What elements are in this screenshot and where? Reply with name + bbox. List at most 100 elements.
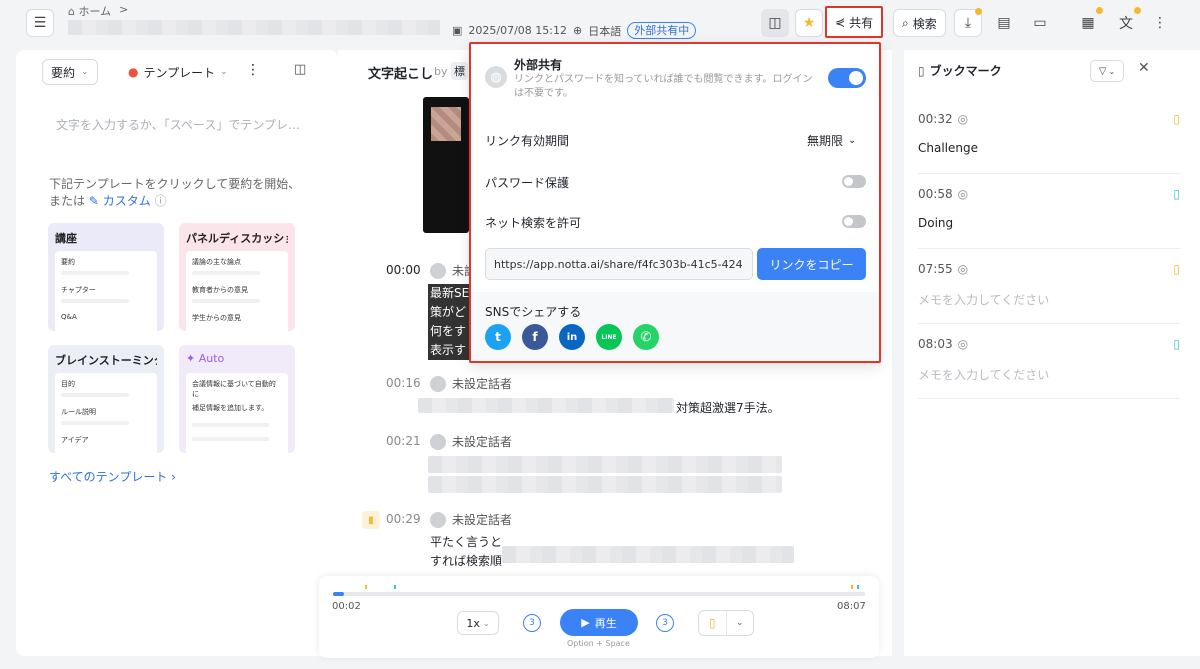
bookmark-item[interactable]: 08:03 ◎ メモを入力してください ▯ (918, 325, 1180, 399)
bookmark-icon[interactable]: ▯ (1173, 112, 1180, 126)
share-status-badge: 外部共有中 (627, 22, 697, 39)
skip-back-button[interactable]: 3 (523, 614, 541, 632)
rewind-icon: 3 (529, 618, 535, 628)
top-bar: ☰ ⌂ ホーム > ▣ 2025/07/08 15:12 ⊕ 日本語 外部共有中… (0, 0, 1200, 46)
new-badge (975, 8, 982, 15)
segment-text[interactable]: 最新SE 策がど 何をす 表示す (428, 284, 472, 360)
template-card-lecture[interactable]: 講座 要約 チャプター Q&A (48, 223, 164, 331)
bookmark-item[interactable]: 07:55 ◎ メモを入力してください ▯ (918, 250, 1180, 324)
globe-icon: ⊕ (573, 24, 583, 37)
save-button[interactable]: ▦ (1074, 7, 1103, 37)
segment-time[interactable]: 00:16 (386, 376, 421, 390)
whatsapp-share-button[interactable]: ✆ (633, 324, 659, 350)
info-icon: ⓘ (154, 194, 167, 208)
bookmark-tick (851, 585, 853, 589)
segment-speaker[interactable]: 未設定話者 (430, 375, 512, 392)
line-share-button[interactable]: LINE (596, 324, 622, 350)
template-card-auto[interactable]: ✦ Auto 会議情報に基づいて自動的に 補足情報を追加します。 (179, 345, 295, 453)
filter-icon: ▽ (1098, 65, 1107, 77)
facebook-share-button[interactable]: f (522, 324, 548, 350)
bookmark-filter-dropdown[interactable]: ▽ ⌄ (1090, 60, 1124, 82)
notes-icon: ▤ (997, 15, 1011, 31)
bookmark-icon[interactable]: ▯ (1173, 337, 1180, 351)
audio-player: 00:02 08:07 1x ⌄ 3 ▶ 再生 Option + Space 3 ▯… (319, 576, 879, 658)
segment-time[interactable]: 00:21 (386, 434, 421, 448)
menu-button[interactable]: ☰ (26, 9, 54, 37)
add-bookmark-button[interactable]: ▯ (699, 611, 727, 635)
star-button[interactable]: ★ (795, 9, 823, 37)
redacted-text (502, 546, 794, 563)
template-card-brainstorming[interactable]: ブレインストーミンク 目的 ルール説明 アイデア (48, 345, 164, 453)
folder-icon: ▭ (1033, 15, 1047, 31)
panel-toggle-button[interactable]: ◫ (761, 9, 789, 37)
summary-editor-input[interactable]: 文字を入力するか、「スペース」でテンプレ… (56, 116, 300, 133)
chevron-down-icon: ⌄ (482, 618, 490, 628)
toggle-knob (849, 71, 863, 85)
meeting-language[interactable]: 日本語 (588, 23, 621, 39)
whatsapp-icon: ✆ (640, 329, 652, 345)
playback-speed-dropdown[interactable]: 1x ⌄ (457, 611, 499, 635)
translate-icon: 文 (1119, 16, 1133, 32)
move-folder-button[interactable]: ▭ (1026, 9, 1054, 37)
sidebar-icon: ◫ (768, 15, 782, 31)
translate-button[interactable]: 文 (1112, 7, 1141, 37)
bookmark-item[interactable]: 00:32 ◎ Challenge ▯ (918, 100, 1180, 174)
expiry-dropdown[interactable]: 無期限 ⌄ (807, 132, 856, 149)
play-shortcut-hint: Option + Space (567, 639, 630, 648)
password-label: パスワード保護 (485, 176, 570, 190)
new-badge (1134, 7, 1141, 14)
collapse-panel-button[interactable]: ◫ (294, 62, 306, 77)
template-more-button[interactable]: ⋮ (246, 62, 260, 78)
copy-link-button[interactable]: リンクをコピー (757, 248, 866, 280)
template-dropdown[interactable]: ● テンプレート ⌄ (128, 59, 228, 85)
segment-speaker[interactable]: 未設定話者 (430, 433, 512, 450)
toggle-knob (844, 177, 853, 186)
bookmark-marker[interactable]: ▮ (362, 511, 380, 529)
play-button[interactable]: ▶ 再生 (560, 609, 638, 636)
summary-dropdown[interactable]: 要約 ⌄ (42, 59, 98, 85)
segment-text[interactable]: 対策超激選7手法。 (676, 399, 780, 416)
close-bookmark-panel-button[interactable]: ✕ (1138, 60, 1150, 76)
template-card-panel-discussion[interactable]: パネルディスカッショ 議論の主な論点 教育者からの意見 学生からの意見 (179, 223, 295, 331)
location-pin-icon: ◎ (957, 187, 969, 201)
download-button[interactable]: ⤓ (954, 8, 982, 37)
linkedin-share-button[interactable]: in (559, 324, 585, 350)
more-button[interactable]: ⋮ (1146, 9, 1174, 37)
bookmark-item[interactable]: 00:58 ◎ Doing ▯ (918, 175, 1180, 249)
all-templates-link[interactable]: すべてのテンプレート › (49, 468, 176, 485)
search-button[interactable]: ⌕ 検索 (893, 9, 946, 37)
search-permit-label: ネット検索を許可 (485, 216, 582, 230)
twitter-icon: t (495, 330, 501, 344)
bookmark-add-group: ▯ ⌄ (698, 610, 754, 636)
segment-text[interactable]: 平たく言うと すれば検索順 (430, 533, 502, 571)
video-thumbnail[interactable] (423, 97, 469, 233)
bookmark-icon[interactable]: ▯ (1173, 187, 1180, 201)
meeting-title-redacted (68, 20, 440, 35)
redacted-text (428, 476, 782, 493)
password-toggle[interactable] (842, 175, 866, 188)
bookmark-memo-input[interactable]: メモを入力してください (918, 366, 1180, 383)
progress-track[interactable] (333, 592, 865, 596)
facebook-icon: f (532, 330, 538, 344)
skip-forward-button[interactable]: 3 (656, 614, 674, 632)
share-button[interactable]: ⋞ 共有 (825, 6, 884, 38)
bookmark-panel: ▯ ブックマーク ▽ ⌄ ✕ 00:32 ◎ Challenge ▯ 00:58 ◎ … (904, 50, 1200, 656)
external-share-toggle[interactable] (828, 68, 866, 88)
breadcrumb-home[interactable]: ⌂ ホーム (68, 3, 111, 19)
segment-time[interactable]: 00:29 (386, 512, 421, 526)
search-permit-toggle[interactable] (842, 215, 866, 228)
bookmark-memo-input[interactable]: メモを入力してください (918, 291, 1180, 308)
toggle-knob (844, 217, 853, 226)
bookmark-type-dropdown[interactable]: ⌄ (727, 611, 754, 635)
sparkle-icon: ✦ (186, 352, 196, 365)
bookmark-icon[interactable]: ▯ (1173, 262, 1180, 276)
new-badge (1096, 7, 1103, 14)
share-url-input[interactable] (485, 248, 753, 280)
avatar (430, 433, 446, 450)
segment-speaker[interactable]: 未設定話者 (430, 511, 512, 528)
custom-template-link[interactable]: ✎ カスタム (89, 194, 151, 208)
segment-time[interactable]: 00:00 (386, 263, 421, 277)
notes-button[interactable]: ▤ (990, 9, 1018, 37)
twitter-share-button[interactable]: t (485, 324, 511, 350)
search-icon: ⌕ (902, 15, 909, 30)
